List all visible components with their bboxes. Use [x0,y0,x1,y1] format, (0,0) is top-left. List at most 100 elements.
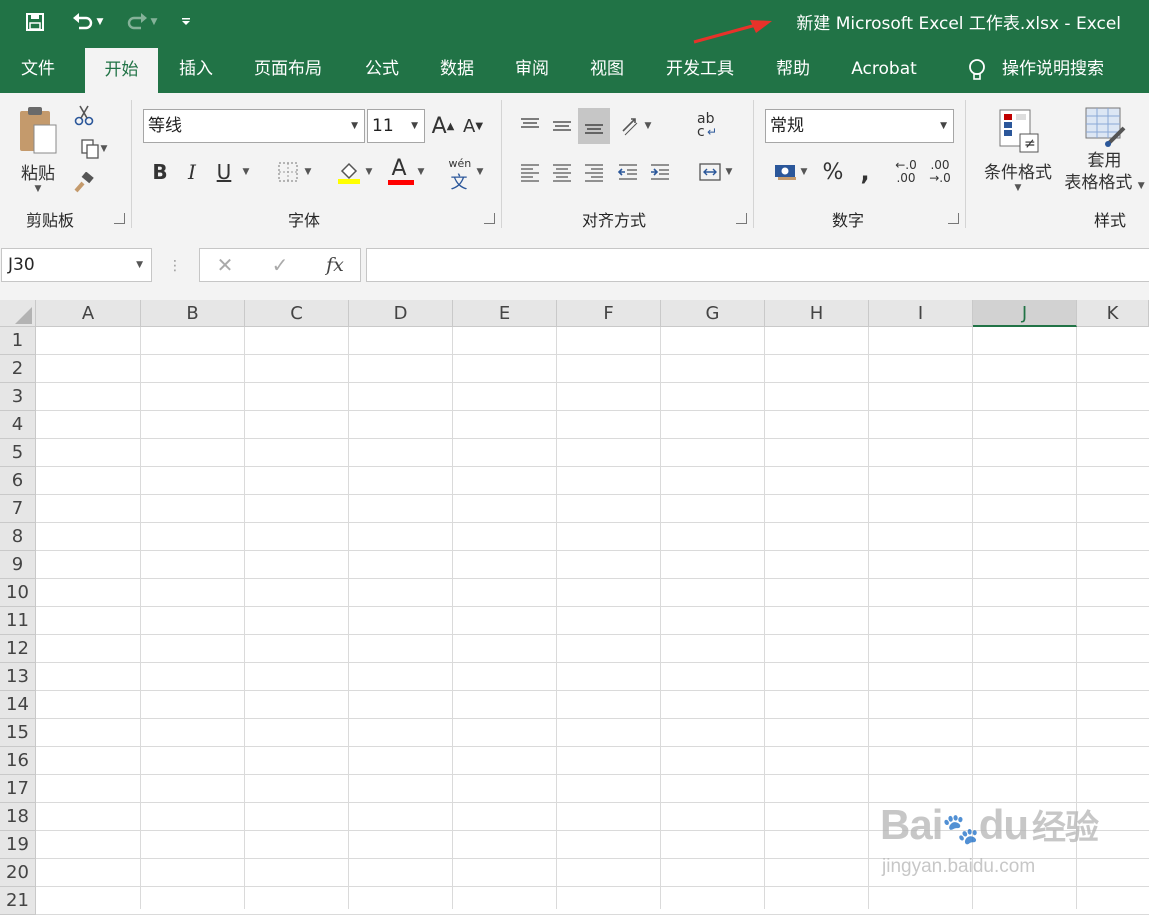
row-header-5[interactable]: 5 [0,439,36,467]
decrease-indent-button[interactable] [612,154,644,190]
tab-data[interactable]: 数据 [430,46,484,93]
column-header-a[interactable]: A [36,300,141,327]
font-name-combo[interactable]: 等线 ▼ [143,109,365,143]
font-color-button[interactable]: A ▼ [382,156,430,188]
tab-acrobat[interactable]: Acrobat [840,46,928,93]
grow-font-button[interactable]: A ▲ [430,110,456,142]
cut-button[interactable] [70,102,98,128]
font-size-dropdown-icon[interactable]: ▼ [411,110,418,142]
underline-button[interactable]: U [210,156,238,188]
row-header-4[interactable]: 4 [0,411,36,439]
underline-dropdown-icon[interactable]: ▼ [238,156,254,188]
merge-center-button[interactable]: ▼ [690,154,740,190]
format-painter-button[interactable] [70,170,98,196]
undo-dropdown-icon[interactable]: ▼ [97,17,104,27]
italic-button[interactable]: I [178,156,206,188]
column-header-g[interactable]: G [661,300,765,327]
row-header-3[interactable]: 3 [0,383,36,411]
align-left-button[interactable] [514,154,546,190]
clipboard-dialog-launcher-icon[interactable] [114,213,125,224]
row-header-18[interactable]: 18 [0,803,36,831]
format-as-table-button[interactable]: 套用 表格格式 ▼ [1060,100,1149,200]
tab-help[interactable]: 帮助 [766,46,820,93]
column-header-c[interactable]: C [245,300,349,327]
tab-file[interactable]: 文件 [14,46,62,93]
redo-button[interactable]: ▼ [118,8,164,36]
name-box[interactable]: J30 ▼ [1,248,152,282]
column-header-i[interactable]: I [869,300,973,327]
copy-button[interactable]: ▼ [70,136,116,162]
formula-input[interactable] [366,248,1149,282]
accounting-format-button[interactable]: ▼ [766,154,814,190]
row-header-8[interactable]: 8 [0,523,36,551]
tab-home[interactable]: 开始 [85,48,158,93]
alignment-dialog-launcher-icon[interactable] [736,213,747,224]
font-size-combo[interactable]: 11 ▼ [367,109,425,143]
row-header-2[interactable]: 2 [0,355,36,383]
tab-review[interactable]: 审阅 [505,46,559,93]
row-header-1[interactable]: 1 [0,327,36,355]
insert-function-button[interactable]: fx [320,250,350,280]
comma-style-button[interactable]: , [850,154,880,190]
formula-bar-splitter-icon[interactable]: ⋮ [168,255,182,277]
tab-insert[interactable]: 插入 [170,46,222,93]
row-header-9[interactable]: 9 [0,551,36,579]
redo-dropdown-icon[interactable]: ▼ [151,17,158,27]
align-right-button[interactable] [578,154,610,190]
save-button[interactable] [20,8,50,36]
enter-entry-button[interactable]: ✓ [265,250,295,280]
row-header-10[interactable]: 10 [0,579,36,607]
decrease-decimal-button[interactable]: .00 →.0 [924,154,956,190]
tab-formulas[interactable]: 公式 [355,46,409,93]
row-header-17[interactable]: 17 [0,775,36,803]
column-header-j[interactable]: J [973,300,1077,327]
increase-decimal-button[interactable]: ←.0 .00 [890,154,922,190]
row-header-13[interactable]: 13 [0,663,36,691]
align-top-button[interactable] [514,108,546,144]
align-center-button[interactable] [546,154,578,190]
row-header-7[interactable]: 7 [0,495,36,523]
row-header-15[interactable]: 15 [0,719,36,747]
column-header-d[interactable]: D [349,300,453,327]
font-dialog-launcher-icon[interactable] [484,213,495,224]
row-header-21[interactable]: 21 [0,887,36,915]
shrink-font-button[interactable]: A ▼ [460,110,486,142]
number-format-combo[interactable]: 常规 ▼ [765,109,954,143]
row-header-6[interactable]: 6 [0,467,36,495]
wrap-text-button[interactable]: ab c ↵ [690,108,724,144]
row-header-14[interactable]: 14 [0,691,36,719]
orientation-button[interactable]: ▼ [612,108,658,144]
cancel-entry-button[interactable]: ✕ [210,250,240,280]
align-bottom-button[interactable] [578,108,610,144]
increase-indent-button[interactable] [644,154,676,190]
copy-dropdown-icon[interactable]: ▼ [101,144,108,154]
phonetic-guide-button[interactable]: wén 文 ▼ [442,156,488,193]
column-header-b[interactable]: B [141,300,245,327]
column-header-k[interactable]: K [1077,300,1149,327]
row-header-20[interactable]: 20 [0,859,36,887]
row-header-11[interactable]: 11 [0,607,36,635]
column-header-e[interactable]: E [453,300,557,327]
column-header-f[interactable]: F [557,300,661,327]
paste-button[interactable]: 粘贴 ▼ [14,100,62,198]
align-middle-button[interactable] [546,108,578,144]
fill-color-button[interactable]: ▼ [330,156,378,188]
conditional-formatting-button[interactable]: ≠ 条件格式 ▼ [975,100,1061,200]
name-box-dropdown-icon[interactable]: ▼ [136,249,143,281]
column-header-h[interactable]: H [765,300,869,327]
bold-button[interactable]: B [146,156,174,188]
select-all-button[interactable] [0,300,36,327]
tab-page-layout[interactable]: 页面布局 [244,46,332,93]
row-header-12[interactable]: 12 [0,635,36,663]
tab-developer[interactable]: 开发工具 [655,46,745,93]
percent-style-button[interactable]: % [818,154,848,190]
customize-qat-button[interactable] [176,8,196,36]
number-format-dropdown-icon[interactable]: ▼ [940,110,947,142]
font-name-dropdown-icon[interactable]: ▼ [351,110,358,142]
undo-button[interactable]: ▼ [64,8,110,36]
tab-view[interactable]: 视图 [580,46,634,93]
tell-me-search[interactable]: 操作说明搜索 [956,46,1116,93]
row-header-16[interactable]: 16 [0,747,36,775]
row-header-19[interactable]: 19 [0,831,36,859]
borders-button[interactable]: ▼ [270,156,318,188]
